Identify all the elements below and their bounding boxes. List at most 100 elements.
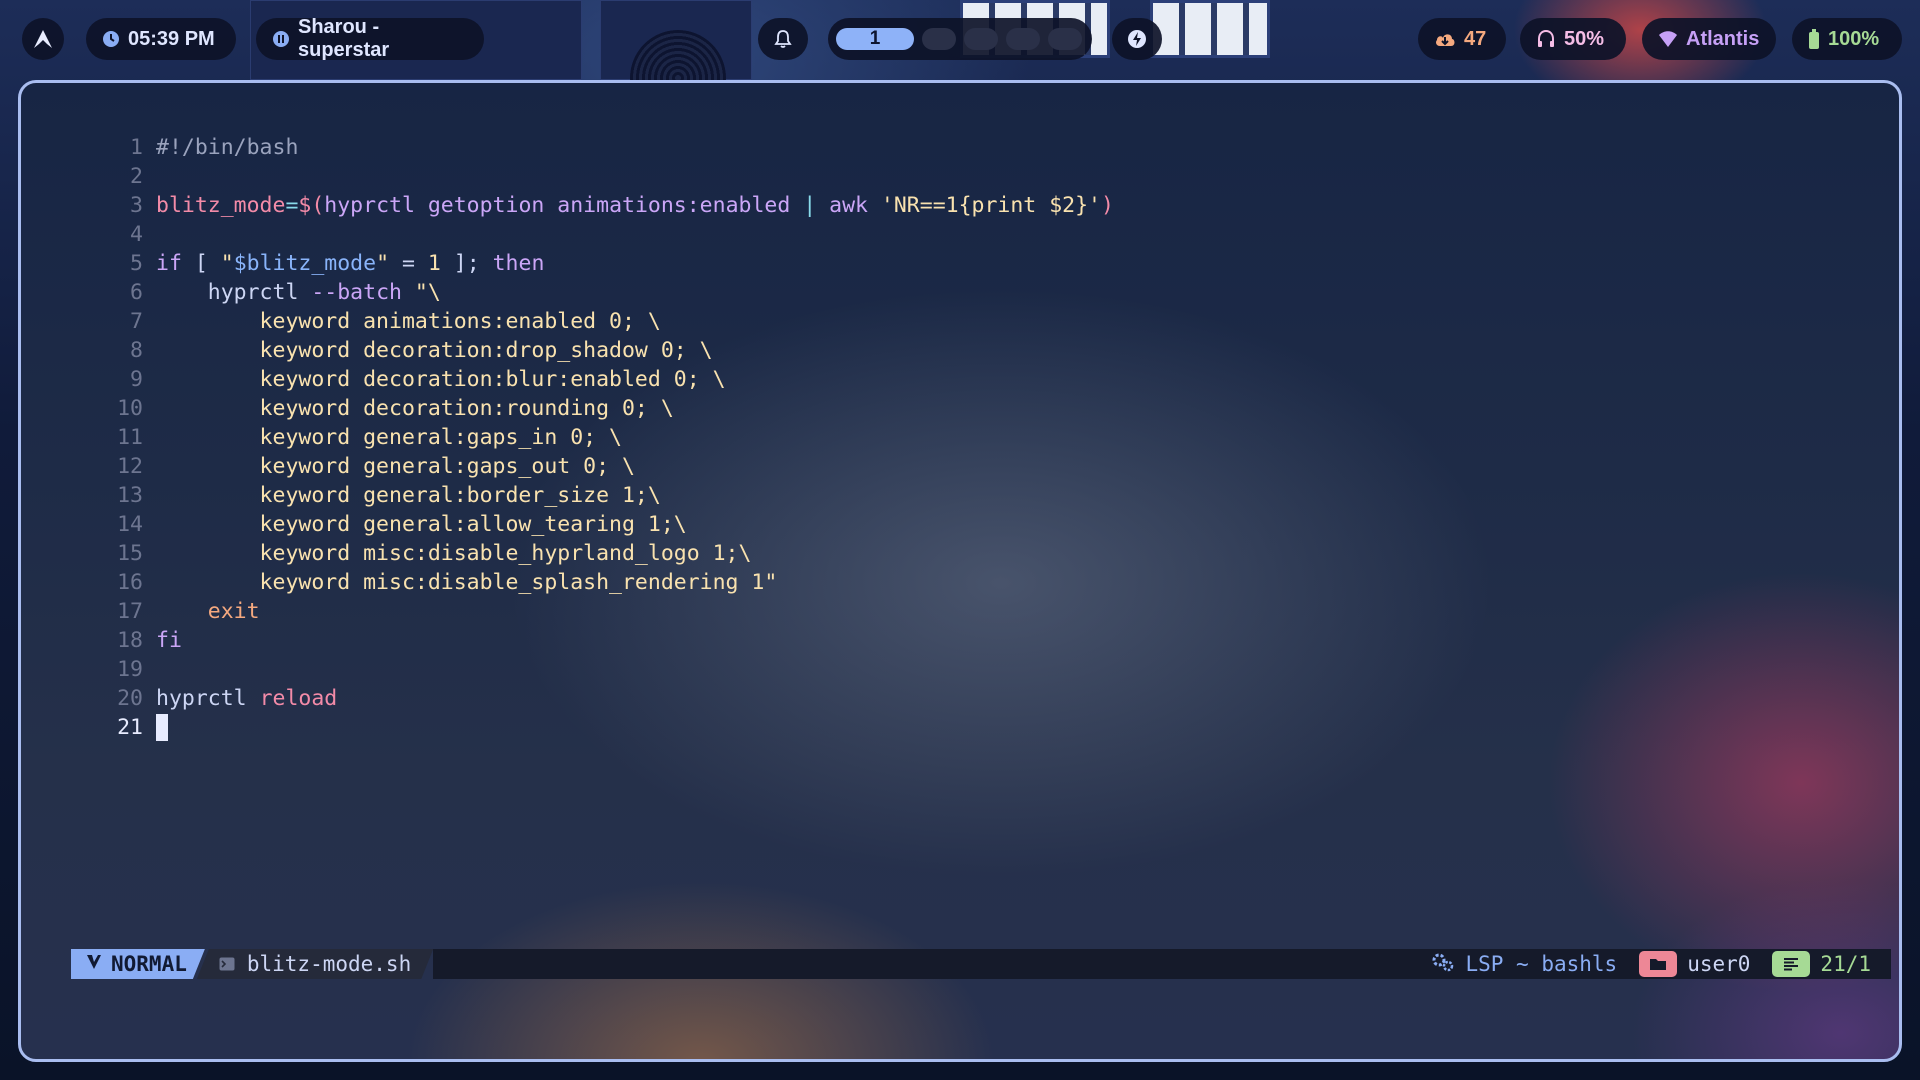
- code-line[interactable]: 15 keyword misc:disable_hyprland_logo 1;…: [91, 539, 1114, 568]
- code-token: $blitz_mode: [233, 251, 377, 276]
- volume-widget[interactable]: 50%: [1520, 18, 1626, 60]
- launcher-button[interactable]: [22, 18, 64, 60]
- code-line[interactable]: 20 hyprctl reload: [91, 684, 1114, 713]
- wifi-icon: [1658, 30, 1678, 48]
- cloud-download-icon: [1434, 30, 1456, 48]
- code-token: exit: [156, 599, 260, 624]
- workspace-4[interactable]: [1006, 28, 1040, 50]
- line-text: keyword misc:disable_hyprland_logo 1;\: [156, 539, 752, 568]
- code-token: [: [181, 251, 221, 276]
- code-token: awk: [816, 193, 881, 218]
- line-text: keyword misc:disable_splash_rendering 1": [156, 568, 778, 597]
- code-token: hyprctl: [156, 686, 260, 711]
- line-number: 2: [130, 164, 143, 189]
- line-text: #!/bin/bash: [156, 133, 298, 162]
- line-number: 19: [117, 657, 143, 682]
- line-text: [156, 713, 168, 742]
- pause-icon: [272, 30, 290, 48]
- code-line[interactable]: 3 blitz_mode=$(hyprctl getoption animatio…: [91, 191, 1114, 220]
- code-token: blitz_mode: [156, 193, 286, 218]
- workspace-1[interactable]: 1: [836, 28, 914, 50]
- line-text: exit: [156, 597, 260, 626]
- code-token: hyprctl getoption animations:enabled: [324, 193, 804, 218]
- line-number: 12: [117, 454, 143, 479]
- network-name: Atlantis: [1686, 27, 1760, 50]
- code-token: =: [285, 193, 299, 218]
- code-token: keyword general:gaps_out 0; \: [156, 454, 635, 479]
- line-number: 6: [130, 280, 143, 305]
- code-token: keyword misc:disable_hyprland_logo 1;\: [156, 541, 752, 566]
- clock-icon: [102, 30, 120, 48]
- user-name: user0: [1687, 952, 1751, 976]
- code-line[interactable]: 18 fi: [91, 626, 1114, 655]
- code-line[interactable]: 6 hyprctl --batch "\: [91, 278, 1114, 307]
- line-number: 16: [117, 570, 143, 595]
- code-line[interactable]: 16 keyword misc:disable_splash_rendering…: [91, 568, 1114, 597]
- code-token: keyword misc:disable_splash_rendering 1": [156, 570, 778, 595]
- code-token: keyword animations:enabled 0; \: [156, 309, 661, 334]
- code-token: ];: [440, 251, 493, 276]
- code-token: |: [803, 193, 817, 218]
- code-token: ": [220, 251, 234, 276]
- code-token: keyword general:border_size 1;\: [156, 483, 661, 508]
- line-text: keyword general:allow_tearing 1;\: [156, 510, 687, 539]
- code-buffer[interactable]: 1 #!/bin/bash 2 3 blitz_mode=$(hyprctl getop…: [91, 133, 1114, 742]
- code-line[interactable]: 11 keyword general:gaps_in 0; \: [91, 423, 1114, 452]
- code-token: --batch: [311, 280, 402, 305]
- line-number: 1: [130, 135, 143, 160]
- line-number: 11: [117, 425, 143, 450]
- line-number: 3: [130, 193, 143, 218]
- line-text: keyword animations:enabled 0; \: [156, 307, 661, 336]
- code-line[interactable]: 12 keyword general:gaps_out 0; \: [91, 452, 1114, 481]
- clock-time: 05:39 PM: [128, 27, 215, 50]
- updates-widget[interactable]: 47: [1418, 18, 1506, 60]
- line-number: 4: [130, 222, 143, 247]
- code-line[interactable]: 2: [91, 162, 1114, 191]
- code-line[interactable]: 19: [91, 655, 1114, 684]
- code-line[interactable]: 9 keyword decoration:blur:enabled 0; \: [91, 365, 1114, 394]
- code-token: =: [389, 251, 428, 276]
- workspace-2[interactable]: [922, 28, 956, 50]
- code-line[interactable]: 14 keyword general:allow_tearing 1;\: [91, 510, 1114, 539]
- line-number: 20: [117, 686, 143, 711]
- cursor-position: 21/1: [1820, 952, 1871, 976]
- notifications-button[interactable]: [758, 18, 808, 60]
- code-line[interactable]: 10 keyword decoration:rounding 0; \: [91, 394, 1114, 423]
- mode-indicator: NORMAL: [71, 949, 205, 979]
- code-token: #!/bin/bash: [156, 135, 299, 160]
- code-line[interactable]: 5 if [ "$blitz_mode" = 1 ]; then: [91, 249, 1114, 278]
- code-line[interactable]: 1 #!/bin/bash: [91, 133, 1114, 162]
- volume-level: 50%: [1564, 27, 1605, 50]
- workspace-3[interactable]: [964, 28, 998, 50]
- code-line[interactable]: 21: [91, 713, 1114, 742]
- line-number: 21: [117, 715, 143, 740]
- workspace-5[interactable]: [1048, 28, 1082, 50]
- code-line[interactable]: 13 keyword general:border_size 1;\: [91, 481, 1114, 510]
- code-token: keyword decoration:rounding 0; \: [156, 396, 674, 421]
- code-line[interactable]: 8 keyword decoration:drop_shadow 0; \: [91, 336, 1114, 365]
- file-indicator[interactable]: blitz-mode.sh: [197, 949, 433, 979]
- lsp-status: LSP ~ bashls: [1465, 952, 1618, 976]
- battery-widget[interactable]: 100%: [1792, 18, 1902, 60]
- media-widget[interactable]: Sharou - superstar: [256, 16, 484, 61]
- code-token: keyword general:gaps_in 0; \: [156, 425, 622, 450]
- mode-label: NORMAL: [111, 952, 187, 976]
- headphones-icon: [1536, 29, 1556, 49]
- code-token: keyword general:allow_tearing 1;\: [156, 512, 687, 537]
- code-token: fi: [156, 628, 182, 653]
- code-token: hyprctl: [156, 280, 312, 305]
- line-text: blitz_mode=$(hyprctl getoption animation…: [156, 191, 1114, 220]
- line-text: keyword general:border_size 1;\: [156, 481, 661, 510]
- clock-widget[interactable]: 05:39 PM: [86, 18, 236, 60]
- network-widget[interactable]: Atlantis: [1642, 18, 1776, 60]
- line-text: keyword decoration:blur:enabled 0; \: [156, 365, 726, 394]
- code-line[interactable]: 4: [91, 220, 1114, 249]
- terminal-window[interactable]: 1 #!/bin/bash 2 3 blitz_mode=$(hyprctl getop…: [18, 80, 1902, 1062]
- status-line: NORMAL blitz-mode.sh LSP ~ bashls user0 …: [71, 949, 1891, 979]
- power-profile-button[interactable]: [1112, 18, 1162, 60]
- line-text: hyprctl --batch "\: [156, 278, 441, 307]
- line-number: 9: [130, 367, 143, 392]
- line-number: 5: [130, 251, 143, 276]
- code-line[interactable]: 7 keyword animations:enabled 0; \: [91, 307, 1114, 336]
- code-line[interactable]: 17 exit: [91, 597, 1114, 626]
